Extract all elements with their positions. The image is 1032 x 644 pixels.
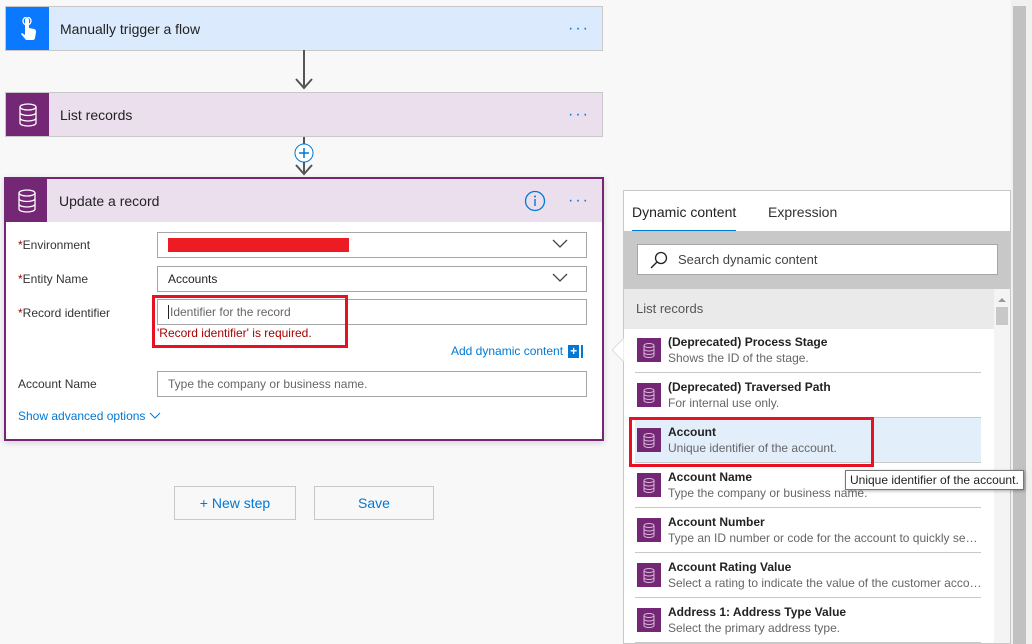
more-options-icon[interactable]: ··· [568, 192, 590, 210]
panel-scrollbar-track [994, 289, 1010, 643]
annotation-highlight-box [152, 295, 348, 348]
chevron-down-icon [552, 273, 568, 282]
search-placeholder: Search dynamic content [678, 252, 818, 267]
chevron-down-icon [149, 412, 161, 419]
search-band: Search dynamic content [624, 231, 1010, 289]
item-description: For internal use only. [668, 396, 780, 410]
account-name-label: Account Name [18, 377, 97, 391]
entity-name-value: Accounts [168, 272, 218, 286]
list-records-card[interactable]: List records ··· [5, 92, 603, 137]
card-title: Update a record [59, 192, 160, 209]
account-name-input[interactable]: Type the company or business name. [157, 371, 587, 397]
tab-dynamic-content[interactable]: Dynamic content [632, 204, 737, 232]
info-icon[interactable] [524, 190, 546, 212]
item-description: Shows the ID of the stage. [668, 351, 809, 365]
item-title: Account Number [668, 515, 765, 529]
tooltip: Unique identifier of the account. [845, 470, 1024, 490]
item-title: (Deprecated) Traversed Path [668, 380, 831, 394]
dynamic-content-item[interactable]: Account Number Type an ID number or code … [635, 508, 983, 553]
add-dynamic-label: Add dynamic content [451, 344, 564, 358]
database-icon [637, 383, 661, 407]
card-header[interactable]: Update a record ··· [6, 179, 602, 222]
database-icon [637, 608, 661, 632]
database-icon [637, 338, 661, 362]
database-icon [6, 179, 47, 222]
item-description: Type an ID number or code for the accoun… [668, 531, 983, 545]
record-identifier-label: *Record identifier [18, 306, 111, 320]
item-title: Address 1: Address Type Value [668, 605, 847, 619]
save-button[interactable]: Save [314, 486, 434, 520]
tab-expression[interactable]: Expression [768, 204, 837, 220]
trigger-card[interactable]: Manually trigger a flow ··· [5, 6, 603, 51]
database-icon [6, 93, 49, 136]
item-title: Account Rating Value [668, 560, 792, 574]
dynamic-content-item[interactable]: Address 1: Address Type Value Select the … [635, 598, 981, 643]
environment-label: *Environment [18, 238, 91, 252]
dynamic-content-item[interactable]: (Deprecated) Traversed Path For internal … [635, 373, 981, 418]
arrow-down-icon [295, 78, 313, 90]
panel-pointer [612, 338, 624, 362]
section-header-list-records: List records [624, 289, 994, 329]
card-title: List records [60, 106, 133, 123]
card-title: Manually trigger a flow [60, 20, 201, 37]
page-scrollbar[interactable] [1013, 6, 1026, 644]
more-options-icon[interactable]: ··· [568, 106, 590, 124]
dynamic-content-item[interactable]: (Deprecated) Process Stage Shows the ID o… [635, 328, 981, 373]
item-description: Select a rating to indicate the value of… [668, 576, 983, 590]
entity-name-dropdown[interactable]: Accounts [157, 266, 587, 292]
search-icon [650, 251, 668, 268]
item-description: Select the primary address type. [668, 621, 841, 635]
account-name-placeholder: Type the company or business name. [168, 377, 368, 391]
more-options-icon[interactable]: ··· [568, 20, 590, 38]
item-title: (Deprecated) Process Stage [668, 335, 828, 349]
new-step-button[interactable]: + New step [174, 486, 296, 520]
plus-icon: + [568, 344, 582, 358]
redacted-value [168, 238, 349, 252]
insert-step-plus-icon[interactable] [294, 143, 314, 163]
advanced-label: Show advanced options [18, 409, 146, 423]
search-input[interactable]: Search dynamic content [637, 244, 998, 275]
add-dynamic-content-link[interactable]: Add dynamic content + [451, 344, 582, 358]
entity-name-label: *Entity Name [18, 272, 89, 286]
dynamic-content-item[interactable]: Account Rating Value Select a rating to i… [635, 553, 983, 598]
database-icon [637, 563, 661, 587]
annotation-highlight-box [629, 417, 874, 467]
chevron-down-icon [552, 239, 568, 248]
database-icon [637, 518, 661, 542]
panel-scrollbar-thumb[interactable] [996, 307, 1008, 325]
arrow-down-icon [295, 164, 313, 176]
scroll-up-icon[interactable] [994, 295, 1010, 305]
database-icon [637, 473, 661, 497]
hand-pointer-icon [6, 7, 49, 50]
show-advanced-options-link[interactable]: Show advanced options [18, 409, 161, 423]
environment-dropdown[interactable] [157, 232, 587, 258]
item-title: Account Name [668, 470, 753, 484]
